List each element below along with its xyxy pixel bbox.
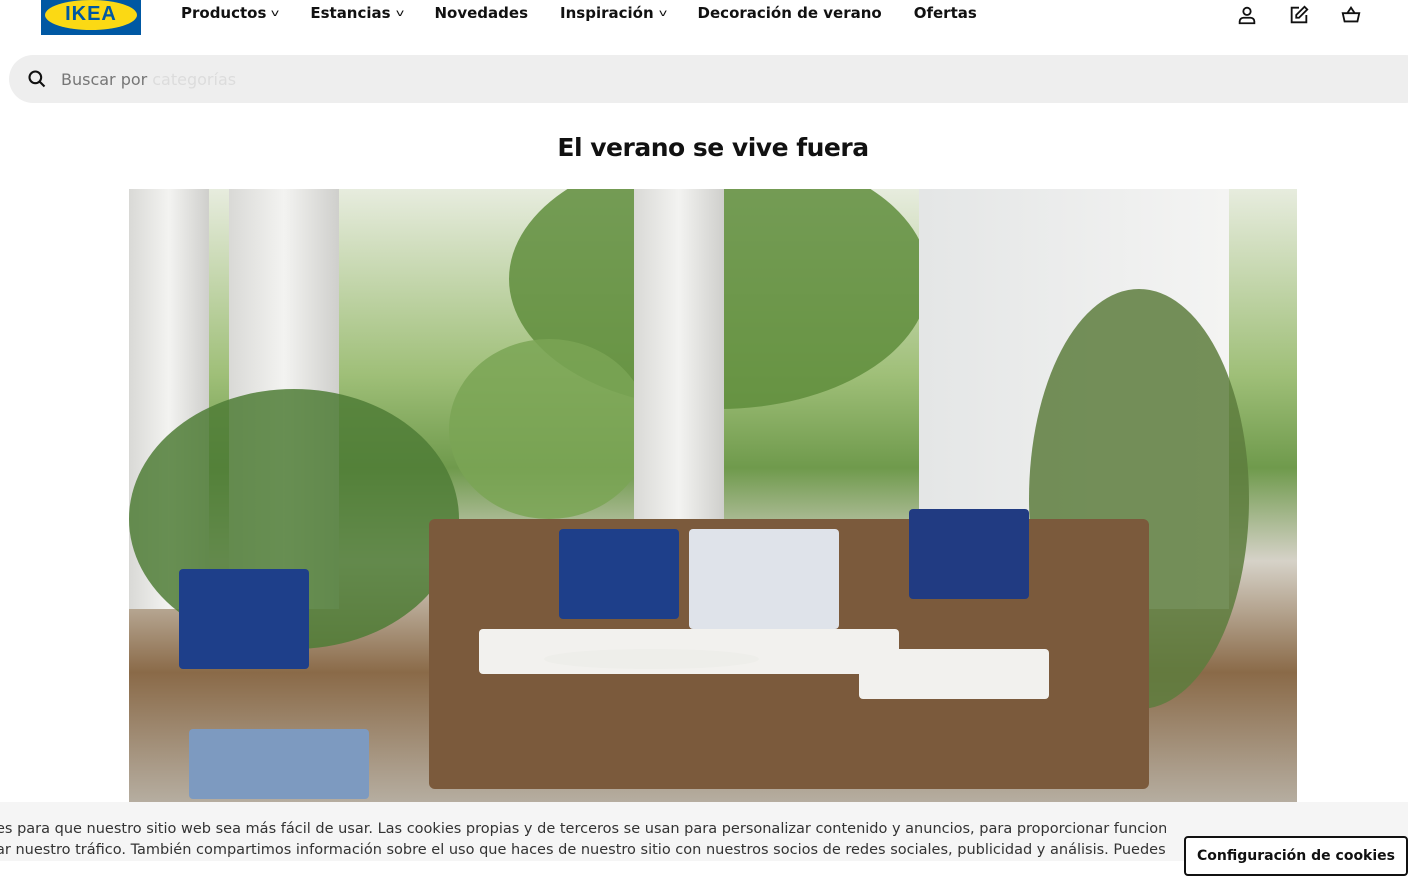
search-placeholder: Buscar por [61, 69, 148, 89]
chevron-down-icon: v [271, 7, 280, 19]
nav-novedades[interactable]: Novedades [435, 4, 529, 22]
page-title: El verano se vive fuera [557, 133, 869, 162]
cookie-text-line-1: es para que nuestro sitio web sea más fá… [0, 821, 1166, 837]
nav-decoracion-verano[interactable]: Decoración de verano [698, 4, 882, 22]
cookie-banner: es para que nuestro sitio web sea más fá… [0, 802, 1408, 876]
search-icon [28, 70, 46, 88]
nav-inspiracion[interactable]: Inspiración v [560, 4, 667, 22]
search-placeholder-faded: categorías [152, 69, 237, 89]
cookie-settings-button[interactable]: Configuración de cookies [1184, 836, 1408, 876]
chevron-down-icon: v [395, 7, 404, 19]
user-icon[interactable] [1236, 4, 1258, 26]
nav-productos[interactable]: Productos v [181, 4, 280, 22]
hero-image[interactable] [129, 189, 1297, 809]
nav-estancias[interactable]: Estancias v [310, 4, 404, 22]
cookie-text-line-2: ar nuestro tráfico. También compartimos … [0, 842, 1166, 858]
main-nav: Productos v Estancias v Novedades Inspirac… [181, 4, 1009, 22]
nav-ofertas[interactable]: Ofertas [914, 4, 977, 22]
ikea-logo[interactable]: IKEA [41, 0, 141, 35]
chevron-down-icon: v [658, 7, 667, 19]
cart-icon[interactable] [1340, 4, 1362, 26]
search-input[interactable]: Buscar por categorías [9, 55, 1408, 103]
shopping-list-icon[interactable] [1288, 4, 1310, 26]
header: IKEA Productos v Estancias v Novedades Ins… [0, 0, 1408, 40]
